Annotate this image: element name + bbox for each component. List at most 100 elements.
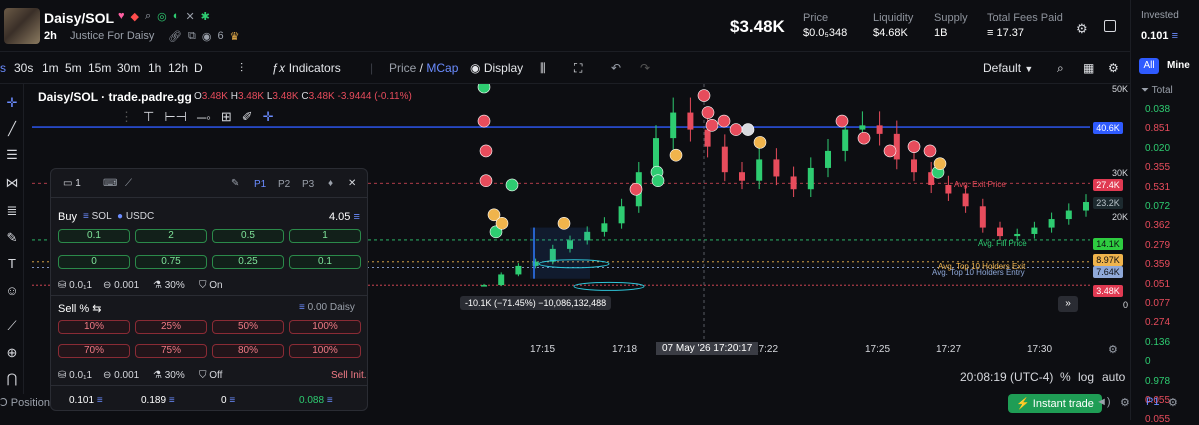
sell-percent-button[interactable]: 25% [135, 320, 207, 334]
sell-percent-button[interactable]: 100% [289, 320, 361, 334]
layout-dropdown[interactable]: Default ▼ [983, 61, 1033, 75]
brush-icon[interactable]: ✎ [4, 231, 20, 245]
ruler-icon[interactable]: ⟋ [4, 319, 20, 333]
positions-tab[interactable]: Ↄ Positions [0, 396, 55, 409]
timeframe-2[interactable]: 1m [42, 61, 59, 75]
sliders-icon[interactable]: ⫼ [540, 61, 546, 76]
usdc-toggle[interactable]: ● USDC [117, 211, 154, 222]
settings-icon-bottom[interactable]: ⚙ [1120, 396, 1130, 409]
sell-percent-button[interactable]: 50% [212, 320, 284, 334]
text-tool-icon[interactable]: ⊤ [143, 109, 154, 125]
text-icon[interactable]: T [4, 257, 20, 271]
timeframe-8[interactable]: D [194, 61, 203, 75]
auto-toggle[interactable]: auto [1102, 370, 1125, 384]
gear-icon[interactable]: ⚙ [1168, 396, 1178, 409]
sell-percent-button[interactable]: 10% [58, 320, 130, 334]
buy-amount-button[interactable]: 0.1 [58, 229, 130, 243]
total-header[interactable]: ⏷ Total [1141, 85, 1173, 96]
undo-icon[interactable]: ↶ [611, 61, 621, 75]
buy-slippage[interactable]: ⛁ 0.0₁1 [58, 280, 92, 291]
wallet-count[interactable]: ▭ 1 [63, 178, 81, 189]
buy-amount-button[interactable]: 0.5 [212, 229, 284, 243]
sell-percent-button[interactable]: 70% [58, 344, 130, 358]
buy-priority[interactable]: ⊖ 0.001 [103, 280, 139, 291]
sell-priority[interactable]: ⊖ 0.001 [103, 370, 139, 381]
instant-trade-button[interactable]: ⚡ Instant trade [1008, 394, 1102, 413]
copy-icon[interactable]: ⧉ [188, 30, 196, 43]
sell-init-button[interactable]: Sell Init. [331, 370, 367, 381]
settings-icon[interactable]: ⚙ [1108, 61, 1119, 75]
pen-tool-icon[interactable]: ✐ [242, 109, 253, 125]
horizontal-lines-icon[interactable]: ☰ [4, 148, 20, 162]
sell-mev[interactable]: ⛉ Off [199, 370, 222, 381]
trophy-icon[interactable]: ♛ [230, 30, 240, 43]
drag-handle-icon[interactable]: ⋮ [120, 109, 133, 125]
emoji-icon[interactable]: ☺ [4, 284, 20, 298]
preset-tab-p1[interactable]: P1 [254, 179, 266, 190]
grid-icon[interactable]: ▦ [1083, 61, 1094, 75]
fullscreen-icon[interactable]: ⛶ [574, 61, 582, 76]
chart-mini-icon[interactable]: ⟋ [125, 178, 132, 189]
range-tool-icon[interactable]: ⊢⊣ [164, 109, 187, 125]
link-icon[interactable]: 🔗︎ [168, 30, 182, 43]
timeframe-5[interactable]: 30m [117, 61, 140, 75]
close-icon[interactable]: ✕ [348, 178, 356, 189]
preset-tab-p3[interactable]: P3 [302, 179, 314, 190]
gas-icon[interactable]: ♦ [328, 178, 333, 189]
sell-percent-button[interactable]: 80% [212, 344, 284, 358]
bug-icon[interactable]: ✱ [201, 10, 210, 23]
buy-amount-button[interactable]: 0.1 [289, 255, 361, 269]
sell-percent-button[interactable]: 75% [135, 344, 207, 358]
timeframe-3[interactable]: 5m [65, 61, 82, 75]
buy-amount-button[interactable]: 0.25 [212, 255, 284, 269]
tab-mine[interactable]: Mine [1167, 60, 1190, 71]
log-toggle[interactable]: log [1078, 370, 1094, 384]
zoom-icon[interactable]: ⊕ [4, 346, 20, 360]
timeframe-1[interactable]: 30s [14, 61, 33, 75]
percent-toggle[interactable]: % [1060, 370, 1071, 384]
redo-icon[interactable]: ↷ [640, 61, 650, 75]
x-icon[interactable]: ✕ [185, 10, 194, 23]
pill-icon[interactable]: ◆ [131, 10, 139, 23]
fib-icon[interactable]: ≣ [4, 204, 20, 218]
indicators-button[interactable]: ƒ𝑥 Indicators [272, 61, 341, 76]
candle-type-icon[interactable]: ⫶ [240, 61, 243, 76]
panel-toggle-icon[interactable] [1104, 20, 1116, 32]
buy-amount-button[interactable]: 2 [135, 229, 207, 243]
search-icon[interactable]: ⌕ [1057, 61, 1064, 76]
box-tool-icon[interactable]: ⊞ [221, 109, 232, 125]
price-mcap-toggle[interactable]: Price / MCap [389, 61, 458, 75]
pattern-icon[interactable]: ⋈ [4, 176, 20, 190]
buy-amount-button[interactable]: 0.75 [135, 255, 207, 269]
sell-slippage[interactable]: ⛁ 0.0₁1 [58, 370, 92, 381]
buy-percent[interactable]: ⚗ 30% [153, 280, 185, 291]
settings-icon[interactable]: ⚙ [1076, 21, 1088, 37]
chart-icon[interactable]: ◐ [173, 10, 180, 23]
token-avatar[interactable] [4, 8, 40, 44]
sell-percent-button[interactable]: 100% [289, 344, 361, 358]
timeframe-0[interactable]: s [0, 61, 6, 75]
buy-amount-button[interactable]: 0 [58, 255, 130, 269]
crosshair-icon[interactable]: ✛ [4, 96, 20, 110]
heart-icon[interactable]: ♥ [118, 10, 125, 23]
edit-icon[interactable]: ✎ [231, 178, 239, 189]
trendline-icon[interactable]: ╱ [4, 122, 20, 136]
buy-amount-button[interactable]: 1 [289, 229, 361, 243]
buy-mev[interactable]: ⛉ On [199, 280, 223, 291]
scroll-right-button[interactable]: » [1058, 296, 1078, 312]
cross-tool-icon[interactable]: ✛ [263, 109, 274, 125]
axis-settings-icon[interactable]: ⚙ [1108, 343, 1118, 356]
timeframe-4[interactable]: 15m [88, 61, 111, 75]
price-axis[interactable]: 50K 30K 20K 0 40.6K 27.4K 23.2K 14.1K 8.97K 7.64K… [1090, 84, 1130, 342]
sell-percent[interactable]: ⚗ 30% [153, 370, 185, 381]
globe-icon[interactable]: ◎ [157, 10, 167, 23]
line-tool-icon[interactable]: ─◦ [197, 110, 211, 125]
sol-toggle[interactable]: ≡ SOL [83, 211, 112, 222]
tab-all[interactable]: All [1139, 58, 1159, 74]
token-name[interactable]: Daisy/SOL [44, 10, 114, 26]
sound-icon[interactable]: ◄) [1096, 396, 1111, 408]
preset-tab-p2[interactable]: P2 [278, 179, 290, 190]
search-icon[interactable]: ⌕ [145, 10, 151, 23]
timeframe-6[interactable]: 1h [148, 61, 161, 75]
preset-p1[interactable]: P1 [1146, 396, 1159, 408]
